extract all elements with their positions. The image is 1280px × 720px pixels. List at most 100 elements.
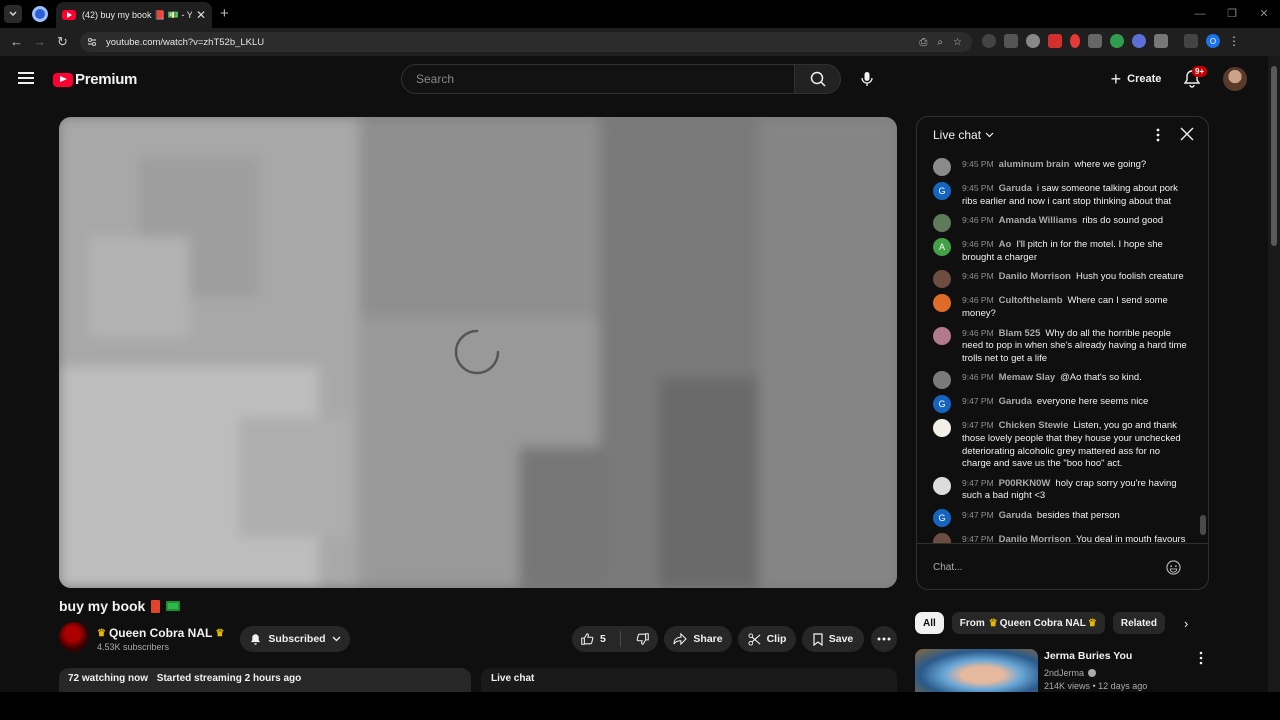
address-bar[interactable]: youtube.com/watch?v=zhT52b_LKLU ⎙ ⌕ ☆ — [80, 32, 972, 52]
chat-author-avatar[interactable]: G — [933, 395, 951, 414]
video-options-icon[interactable] — [1198, 651, 1204, 665]
chat-author-avatar[interactable] — [933, 214, 951, 233]
recommended-video-thumbnail[interactable] — [915, 649, 1038, 692]
live-chat-section-header[interactable]: Live chat — [481, 668, 897, 692]
extension-icon[interactable] — [1004, 34, 1018, 48]
recommended-video-title[interactable]: Jerma Buries You — [1044, 650, 1132, 662]
chat-input[interactable] — [933, 557, 1153, 577]
extension-icon[interactable] — [1026, 34, 1040, 48]
chat-author-avatar[interactable]: G — [933, 508, 951, 527]
youtube-logo[interactable]: Premium — [53, 71, 137, 88]
chat-message[interactable]: 9:46 PM Cultofthelamb Where can I send som… — [917, 291, 1197, 323]
chevron-right-icon[interactable]: › — [1184, 616, 1188, 631]
voice-search-button[interactable] — [852, 64, 882, 94]
share-button[interactable]: Share — [664, 626, 732, 652]
chip-related[interactable]: Related — [1112, 612, 1165, 634]
install-app-icon[interactable]: ⎙ — [919, 37, 927, 48]
chat-author-avatar[interactable] — [933, 371, 951, 390]
chat-message[interactable]: G 9:47 PM Garuda everyone here seems nice — [917, 392, 1197, 416]
close-window-icon[interactable]: ✕ — [1248, 0, 1280, 28]
more-actions-button[interactable] — [871, 626, 897, 652]
chat-author-avatar[interactable] — [933, 476, 951, 495]
chat-author-avatar[interactable] — [933, 419, 951, 438]
chat-author-name[interactable]: Amanda Williams — [999, 215, 1078, 226]
channel-avatar[interactable] — [59, 622, 89, 652]
search-input[interactable] — [416, 72, 794, 86]
extension-icon[interactable] — [982, 34, 996, 48]
minimize-icon[interactable]: — — [1184, 0, 1216, 28]
chat-author-name[interactable]: Chicken Stewie — [999, 420, 1069, 431]
clip-button[interactable]: Clip — [738, 626, 796, 652]
pinned-tab[interactable] — [32, 6, 48, 22]
chat-author-name[interactable]: Blam 525 — [999, 328, 1041, 339]
chat-author-name[interactable]: Danilo Morrison — [999, 534, 1071, 543]
chat-author-name[interactable]: Ao — [999, 239, 1012, 250]
chat-author-name[interactable]: Memaw Slay — [999, 372, 1056, 383]
chat-message[interactable]: 9:46 PM Memaw Slay @Ao that's so kind. — [917, 368, 1197, 392]
extension-icon[interactable] — [1110, 34, 1124, 48]
chat-author-name[interactable]: Garuda — [999, 183, 1032, 194]
site-info-icon[interactable] — [86, 36, 98, 48]
chat-message[interactable]: 9:47 PM Chicken Stewie Listen, you go and … — [917, 416, 1197, 473]
chat-message[interactable]: A 9:46 PM Ao I'll pitch in for the motel. I… — [917, 235, 1197, 267]
chip-all[interactable]: All — [915, 612, 944, 634]
maximize-icon[interactable]: ❐ — [1216, 0, 1248, 28]
reading-list-icon[interactable] — [1184, 34, 1198, 48]
chat-author-name[interactable]: Danilo Morrison — [999, 271, 1071, 282]
chat-message[interactable]: G 9:45 PM Garuda i saw someone talking abou… — [917, 179, 1197, 211]
chat-author-name[interactable]: Garuda — [999, 396, 1032, 407]
extension-icon[interactable] — [1048, 34, 1062, 48]
chat-message[interactable]: 9:46 PM Amanda Williams ribs do sound good — [917, 211, 1197, 235]
bookmark-star-icon[interactable]: ☆ — [953, 37, 962, 48]
close-chat-icon[interactable] — [1179, 126, 1195, 142]
back-icon[interactable]: ← — [10, 34, 23, 49]
chat-message[interactable]: 9:46 PM Danilo Morrison Hush you foolish c… — [917, 267, 1197, 291]
chat-message[interactable]: 9:47 PM Danilo Morrison You deal in mouth … — [917, 530, 1197, 543]
active-tab[interactable]: (42) buy my book 📕 💵 - YouTube ✕ — [56, 2, 212, 28]
extension-icon[interactable] — [1070, 34, 1080, 48]
chat-author-avatar[interactable] — [933, 158, 951, 176]
new-tab-icon[interactable]: + — [220, 5, 229, 22]
forward-icon[interactable]: → — [33, 34, 46, 49]
chip-from-channel[interactable]: From ♛ Queen Cobra NAL ♛ — [951, 612, 1105, 634]
chat-message[interactable]: 9:47 PM P00RKN0W holy crap sorry you're ha… — [917, 474, 1197, 506]
tab-search-button[interactable] — [4, 5, 22, 23]
chat-header[interactable]: Live chat — [917, 117, 1208, 153]
chat-options-icon[interactable] — [1155, 127, 1161, 143]
chat-message[interactable]: 9:46 PM Blam 525 Why do all the horrible p… — [917, 324, 1197, 369]
create-button[interactable]: + Create — [1101, 64, 1171, 94]
chat-author-avatar[interactable] — [933, 270, 951, 289]
chat-author-avatar[interactable] — [933, 294, 951, 313]
chat-message[interactable]: G 9:47 PM Garuda besides that person — [917, 506, 1197, 530]
tab-close-icon[interactable]: ✕ — [196, 8, 206, 22]
profile-avatar[interactable]: O — [1206, 34, 1220, 48]
chat-author-name[interactable]: aluminum brain — [999, 159, 1070, 170]
extension-icon[interactable] — [1132, 34, 1146, 48]
emoji-picker-icon[interactable] — [1166, 560, 1181, 575]
subscribed-button[interactable]: Subscribed — [240, 626, 350, 652]
page-scrollbar[interactable] — [1271, 66, 1277, 246]
chat-author-name[interactable]: Garuda — [999, 510, 1032, 521]
search-button[interactable] — [794, 64, 841, 94]
description-box[interactable]: 72 watching now Started streaming 2 hour… — [59, 668, 471, 692]
chat-scrollbar[interactable] — [1200, 515, 1206, 535]
chat-author-name[interactable]: P00RKN0W — [999, 478, 1051, 489]
thumbs-down-icon[interactable] — [636, 632, 650, 646]
extension-icon[interactable] — [1088, 34, 1102, 48]
chat-author-avatar[interactable] — [933, 326, 951, 345]
recommended-video-channel[interactable]: 2ndJerma — [1044, 668, 1097, 678]
chat-message[interactable]: 9:45 PM aluminum brain where we going? — [917, 155, 1197, 179]
chat-author-name[interactable]: Cultofthelamb — [999, 295, 1063, 306]
extensions-puzzle-icon[interactable] — [1154, 34, 1168, 48]
account-avatar[interactable] — [1223, 67, 1247, 91]
chat-author-avatar[interactable] — [933, 532, 951, 543]
channel-name[interactable]: ♛ Queen Cobra NAL ♛ — [97, 626, 224, 640]
reload-icon[interactable]: ↻ — [57, 34, 68, 50]
menu-icon[interactable] — [18, 72, 34, 84]
save-button[interactable]: Save — [802, 626, 864, 652]
zoom-icon[interactable]: ⌕ — [937, 37, 943, 48]
like-button[interactable]: 5 — [580, 632, 606, 646]
chat-author-avatar[interactable]: A — [933, 238, 951, 257]
chat-author-avatar[interactable]: G — [933, 182, 951, 200]
browser-menu-icon[interactable]: ⋮ — [1228, 34, 1240, 48]
